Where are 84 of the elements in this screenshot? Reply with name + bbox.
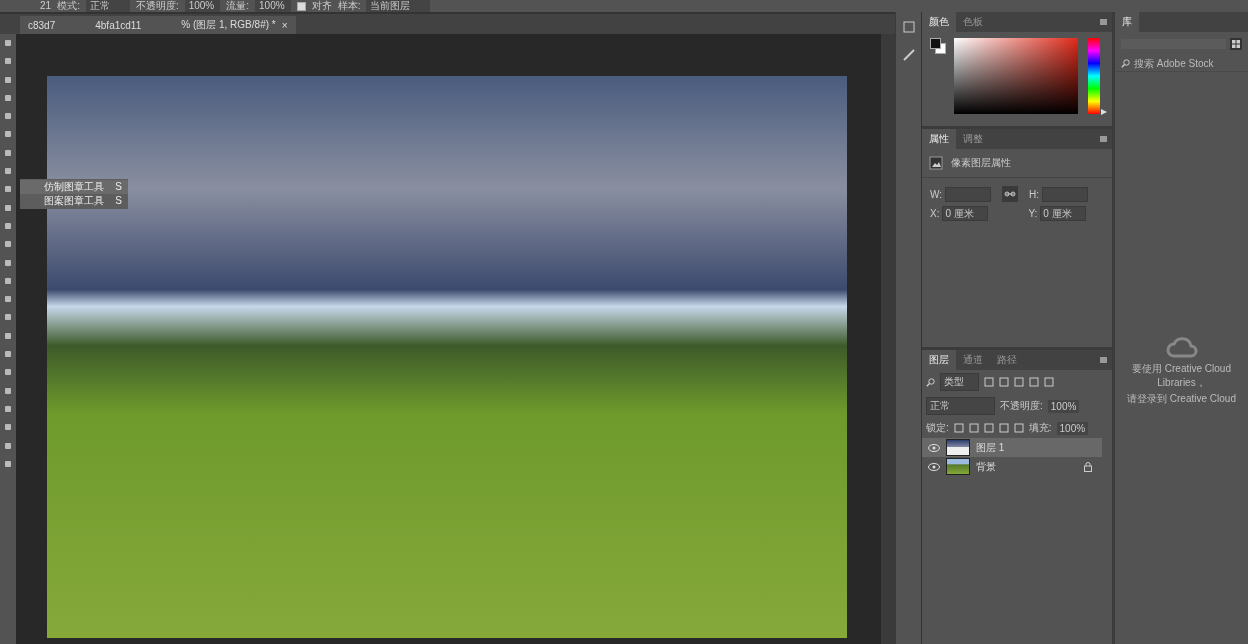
tool-icon[interactable]	[3, 403, 13, 414]
search-icon	[926, 377, 935, 387]
document-tab[interactable]: c83d7 4bfa1cd11 % (图层 1, RGB/8#) * ×	[20, 16, 296, 34]
filter-dropdown[interactable]: 类型	[940, 373, 979, 391]
aligned-label: 对齐	[311, 0, 332, 12]
eye-icon[interactable]	[928, 443, 940, 452]
tool-icon[interactable]	[3, 38, 13, 48]
width-label: W:	[930, 188, 943, 200]
tool-icon[interactable]	[3, 385, 13, 396]
y-field[interactable]: 0 厘米	[1040, 206, 1087, 221]
tool-icon[interactable]	[3, 458, 13, 469]
opacity-label: 不透明度:	[1000, 399, 1043, 413]
tool-icon[interactable]	[3, 166, 13, 177]
tool-icon[interactable]	[3, 367, 13, 378]
panel-tab[interactable]: 库	[1115, 12, 1139, 32]
color-picker-field[interactable]	[954, 38, 1078, 114]
lock-option-icon[interactable]	[983, 423, 994, 433]
tool-icon[interactable]	[3, 275, 13, 286]
opacity-field[interactable]: 100%	[184, 0, 221, 12]
panel-tab[interactable]: 通道	[956, 350, 990, 370]
lock-option-icon[interactable]	[953, 423, 964, 433]
panel-tab[interactable]: 属性	[922, 129, 956, 149]
lock-label: 锁定:	[926, 421, 949, 435]
flow-field[interactable]: 100%	[255, 0, 291, 12]
scrollbar[interactable]	[881, 34, 895, 644]
color-swatches-icon[interactable]	[930, 38, 944, 52]
tool-icon[interactable]	[3, 257, 13, 268]
tool-icon[interactable]	[3, 184, 13, 195]
search-icon	[1121, 59, 1130, 68]
tool-icon[interactable]	[3, 294, 13, 305]
opacity-label: 不透明度:	[135, 0, 179, 12]
library-message: 请登录到 Creative Cloud	[1127, 392, 1236, 406]
panel-tab[interactable]: 图层	[922, 350, 956, 370]
stock-search-field[interactable]: 搜索 Adobe Stock	[1134, 58, 1239, 69]
tool-icon[interactable]	[3, 111, 13, 122]
lock-option-icon[interactable]	[968, 423, 979, 433]
hue-slider-thumb[interactable]	[1101, 109, 1107, 116]
flyout-item[interactable]: 仿制图章工具 S	[20, 180, 128, 194]
panel-tab[interactable]: 调整	[956, 129, 990, 149]
tool-icon[interactable]	[3, 330, 13, 341]
tool-icon[interactable]	[3, 147, 13, 158]
layer-row[interactable]: 图层 1	[922, 438, 1102, 457]
tool-icon[interactable]	[3, 239, 13, 250]
sample-label: 样本:	[337, 0, 361, 12]
x-label: X:	[930, 208, 940, 219]
blend-mode-dropdown[interactable]: 正常	[926, 397, 995, 415]
aligned-checkbox[interactable]	[296, 1, 306, 11]
tool-icon[interactable]	[3, 440, 13, 451]
lock-option-icon[interactable]	[998, 423, 1009, 433]
mode-label: 模式:	[57, 0, 80, 12]
cloud-icon	[1165, 334, 1198, 360]
height-field[interactable]	[1042, 186, 1089, 202]
tool-icon[interactable]	[3, 129, 13, 140]
layer-row[interactable]: 背景	[922, 457, 1102, 476]
sample-dropdown[interactable]: 当前图层	[366, 0, 431, 12]
tool-icon[interactable]	[3, 422, 13, 433]
y-label: Y:	[1028, 208, 1038, 219]
fill-label: 填充:	[1028, 421, 1052, 435]
link-icon[interactable]	[1002, 186, 1019, 202]
tool-icon[interactable]	[3, 202, 13, 213]
tool-icon[interactable]	[3, 349, 13, 360]
opacity-field[interactable]: 100%	[1047, 399, 1080, 413]
tool-icon[interactable]	[3, 74, 13, 85]
lock-option-icon[interactable]	[1013, 423, 1024, 433]
panel-tab[interactable]: 颜色	[922, 12, 956, 32]
eye-icon[interactable]	[928, 462, 940, 471]
panel-tab[interactable]: 路径	[990, 350, 1024, 370]
grid-view-icon[interactable]	[1230, 38, 1242, 50]
properties-heading: 像素图层属性	[951, 156, 1011, 170]
tool-icon[interactable]	[3, 220, 13, 231]
brush-size[interactable]: 21	[40, 0, 52, 12]
height-label: H:	[1029, 188, 1040, 200]
width-field[interactable]	[945, 186, 992, 202]
flow-label: 流量:	[226, 0, 250, 12]
tool-icon[interactable]	[3, 56, 13, 67]
image-icon	[929, 156, 943, 170]
panel-tab[interactable]: 色板	[956, 12, 990, 32]
x-field[interactable]: 0 厘米	[942, 206, 989, 221]
tool-icon[interactable]	[3, 92, 13, 103]
mode-dropdown[interactable]: 正常	[85, 0, 130, 12]
fill-field[interactable]: 100%	[1056, 421, 1089, 435]
flyout-item[interactable]: 图案图章工具 S	[20, 194, 128, 208]
tool-icon[interactable]	[3, 312, 13, 323]
library-message: 要使用 Creative Cloud Libraries，	[1131, 362, 1232, 390]
